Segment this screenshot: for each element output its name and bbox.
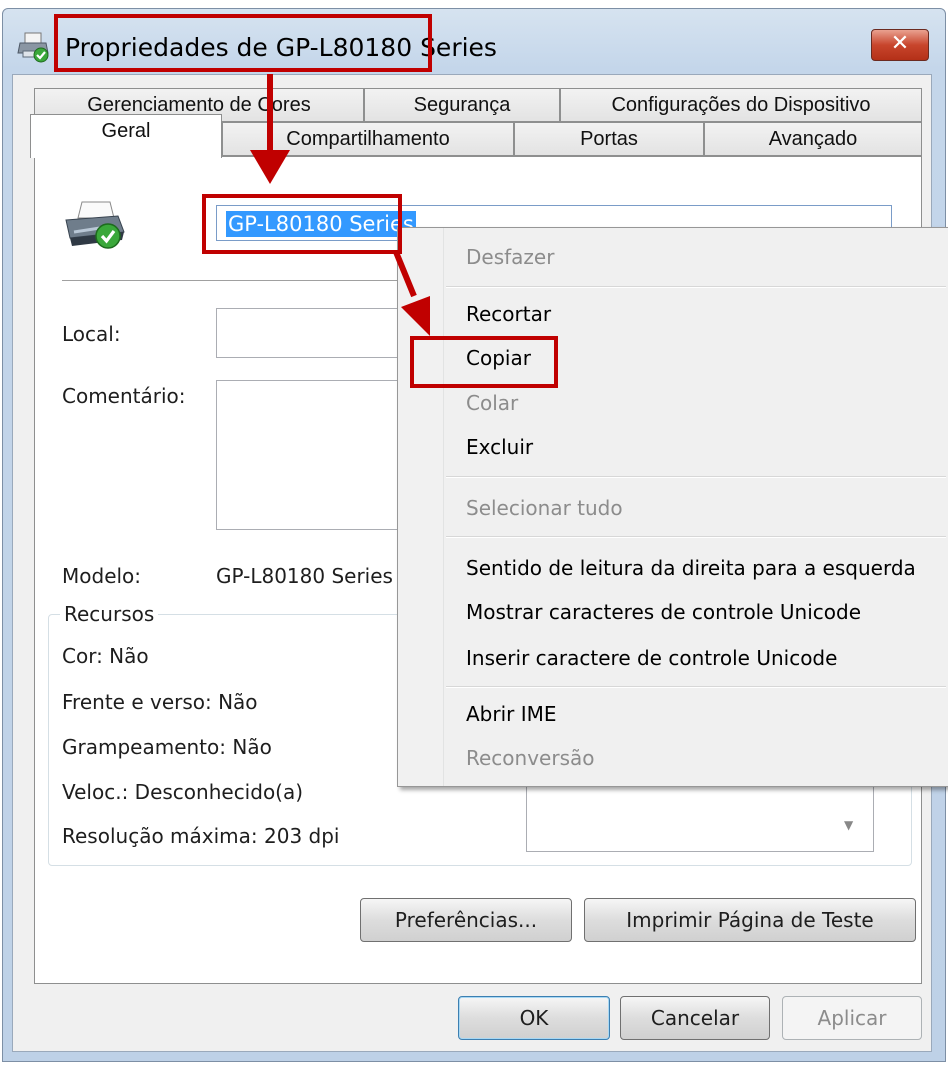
context-menu: Desfazer Recortar Copiar Colar Excluir S… [397,227,948,787]
feature-speed: Veloc.: Desconhecido(a) [62,780,304,804]
comment-label: Comentário: [62,384,186,408]
menu-item-reconversion[interactable]: Reconversão [466,746,595,770]
feature-duplex: Frente e verso: Não [62,690,258,714]
feature-stapling: Grampeamento: Não [62,735,272,759]
menu-separator [446,286,946,288]
tab-advanced[interactable]: Avançado [704,122,922,156]
preferences-button[interactable]: Preferências... [360,898,572,942]
menu-item-select-all[interactable]: Selecionar tudo [466,496,623,520]
tab-general[interactable]: Geral [30,114,222,158]
menu-item-cut[interactable]: Recortar [466,302,551,326]
tab-ports[interactable]: Portas [514,122,704,156]
menu-item-delete[interactable]: Excluir [466,435,533,459]
close-button[interactable]: ✕ [871,29,929,61]
printer-icon [17,32,49,63]
menu-separator [446,536,946,538]
print-test-page-button[interactable]: Imprimir Página de Teste [584,898,916,942]
menu-item-insert-unicode-control[interactable]: Inserir caractere de controle Unicode [466,646,837,670]
menu-item-rtl-reading[interactable]: Sentido de leitura da direita para a esq… [466,556,916,580]
tab-sharing[interactable]: Compartilhamento [222,122,514,156]
annotation-box-name [202,194,402,254]
apply-button[interactable]: Aplicar [782,996,922,1040]
scroll-down-arrow-icon[interactable]: ▼ [844,818,858,838]
cancel-button[interactable]: Cancelar [620,996,770,1040]
annotation-box-title [54,14,432,72]
tab-security[interactable]: Segurança [364,88,560,122]
menu-separator [446,476,946,478]
ok-button[interactable]: OK [458,996,610,1040]
feature-max-resolution: Resolução máxima: 203 dpi [62,824,340,848]
feature-color: Cor: Não [62,644,149,668]
menu-item-open-ime[interactable]: Abrir IME [466,702,557,726]
location-label: Local: [62,322,121,346]
menu-item-undo[interactable]: Desfazer [466,245,554,269]
features-title: Recursos [60,602,159,626]
menu-item-paste[interactable]: Colar [466,391,518,415]
model-value: GP-L80180 Series [216,564,393,588]
printer-ready-icon [65,201,125,249]
menu-item-show-unicode-control[interactable]: Mostrar caracteres de controle Unicode [466,600,861,624]
tab-device-settings[interactable]: Configurações do Dispositivo [560,88,922,122]
menu-separator [446,686,946,688]
annotation-box-copy [410,336,558,388]
model-label: Modelo: [62,564,142,588]
context-menu-gutter [398,228,444,786]
